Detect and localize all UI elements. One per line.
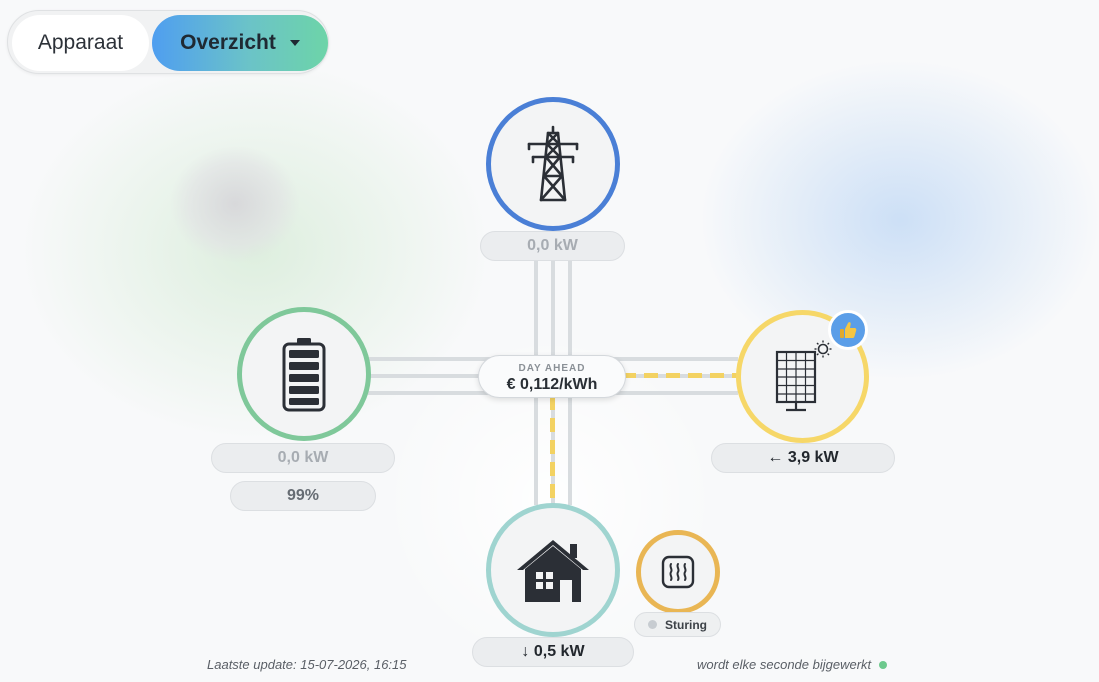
house-flow-dash (550, 396, 555, 504)
solar-power-value: ← 3,9 kW (767, 449, 839, 466)
solar-power-pill: ← 3,9 kW (711, 443, 895, 473)
heater-icon (661, 555, 695, 589)
live-dot-icon (879, 661, 888, 669)
view-toggle: Apparaat Overzicht (7, 10, 329, 74)
battery-power-pill: 0,0 kW (211, 443, 395, 473)
battery-node[interactable] (237, 307, 371, 441)
chevron-down-icon (289, 40, 300, 46)
grid-node[interactable] (486, 97, 620, 231)
refresh-note-text: wordt elke seconde bijgewerkt (697, 657, 872, 672)
tab-apparaat[interactable]: Apparaat (12, 15, 149, 71)
sturing-status[interactable]: Sturing (634, 612, 721, 637)
status-dot-icon (648, 620, 657, 629)
thumbs-up-icon (840, 322, 857, 338)
solar-flow-dash (622, 373, 738, 378)
battery-soc-pill: 99% (230, 481, 376, 511)
sturing-label: Sturing (665, 617, 707, 632)
day-ahead-price: DAY AHEAD € 0,112/kWh (478, 355, 626, 398)
last-update-text: Laatste update: 15-07-2026, 16:15 (207, 657, 407, 672)
solar-badge (828, 310, 868, 350)
grid-power-value: 0,0 kW (527, 237, 578, 254)
battery-soc-value: 99% (286, 487, 320, 504)
battery-power-value: 0,0 kW (277, 449, 329, 466)
house-power-value: ↓ 0,5 kW (521, 643, 585, 660)
background-glow-gray (170, 145, 300, 263)
heater-node[interactable] (636, 530, 720, 614)
power-tower-icon (527, 125, 579, 202)
tab-overzicht-label: Overzicht (180, 31, 276, 54)
house-icon (517, 540, 589, 602)
grid-power-pill: 0,0 kW (480, 231, 625, 261)
price-value: € 0,112/kWh (506, 376, 598, 393)
house-node[interactable] (486, 503, 620, 637)
solar-panel-icon (775, 340, 831, 411)
house-power-pill: ↓ 0,5 kW (472, 637, 634, 667)
price-label: DAY AHEAD (518, 363, 586, 374)
refresh-note: wordt elke seconde bijgewerkt (697, 657, 888, 672)
battery-icon (282, 338, 326, 412)
tab-apparaat-label: Apparaat (37, 31, 124, 54)
tab-overzicht[interactable]: Overzicht (152, 15, 328, 71)
